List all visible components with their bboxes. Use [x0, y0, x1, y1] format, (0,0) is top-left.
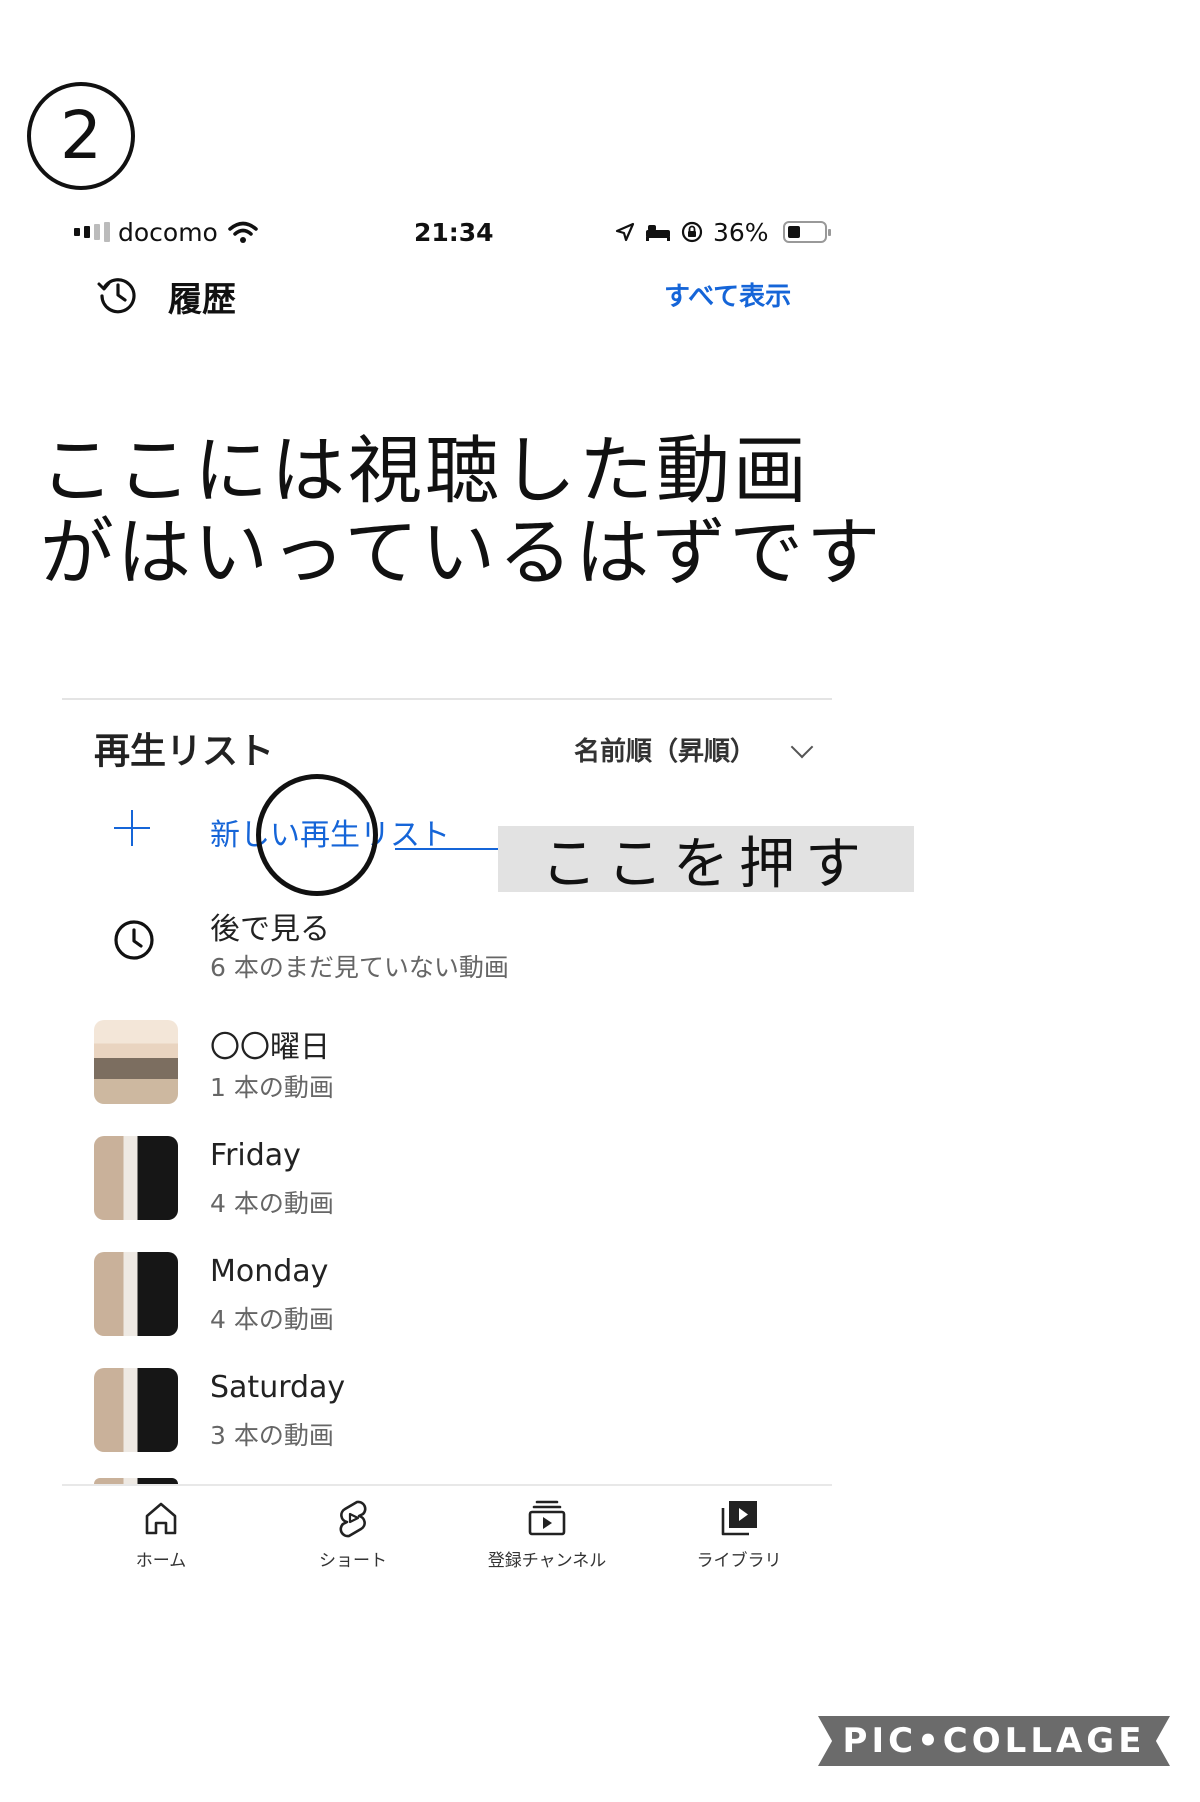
playlist-subtitle-watch-later: 6 本のまだ見ていない動画	[210, 953, 509, 982]
nav-shorts[interactable]: ショート	[288, 1496, 418, 1571]
carrier-label: docomo	[118, 212, 258, 252]
highlight-circle	[256, 774, 378, 896]
subscriptions-icon	[528, 1500, 566, 1536]
status-right-group: 36%	[615, 212, 831, 252]
wifi-icon	[228, 221, 258, 243]
playlist-title[interactable]: Friday	[210, 1138, 301, 1173]
nav-home[interactable]: ホーム	[96, 1496, 226, 1571]
playlist-thumbnail[interactable]	[94, 1136, 178, 1220]
clock-time: 21:34	[414, 217, 494, 247]
nav-home-label: ホーム	[135, 1551, 187, 1571]
bottom-nav-divider	[62, 1484, 832, 1486]
nav-subscriptions-label: 登録チャンネル	[487, 1551, 607, 1571]
handwritten-note: ここには視聴した動画 がはいっているはずです	[40, 430, 900, 594]
battery-icon	[782, 221, 831, 243]
note-line-1: ここには視聴した動画	[40, 428, 810, 514]
see-all-link[interactable]: すべて表示	[664, 276, 791, 313]
sleep-mode-icon	[646, 225, 670, 241]
battery-percent: 36%	[713, 217, 769, 247]
callout-label: ここを押す	[498, 826, 914, 897]
playlist-thumbnail[interactable]	[94, 1020, 178, 1104]
location-arrow-icon	[615, 222, 635, 242]
home-icon	[145, 1502, 177, 1535]
chevron-down-icon	[790, 735, 814, 758]
playlist-thumbnail[interactable]	[94, 1368, 178, 1452]
clock-icon	[114, 920, 154, 960]
carrier-name: docomo	[118, 217, 218, 247]
playlist-subtitle: 3 本の動画	[210, 1421, 334, 1450]
nav-library[interactable]: ライブラリ	[674, 1496, 804, 1571]
nav-shorts-label: ショート	[319, 1551, 387, 1571]
nav-subscriptions[interactable]: 登録チャンネル	[482, 1496, 612, 1571]
history-title: 履歴	[168, 280, 236, 320]
pic-collage-watermark: PIC•COLLAGE	[818, 1716, 1170, 1766]
section-divider	[62, 698, 832, 700]
shorts-icon	[339, 1500, 367, 1538]
library-icon	[721, 1501, 757, 1536]
playlist-title-watch-later[interactable]: 後で見る	[210, 904, 330, 948]
playlist-thumbnail[interactable]	[94, 1252, 178, 1336]
history-icon	[97, 278, 136, 314]
playlist-title[interactable]: Monday	[210, 1254, 328, 1289]
playlist-title[interactable]: 〇〇曜日	[210, 1022, 330, 1066]
note-line-2: がはいっているはずです	[40, 510, 884, 596]
nav-library-label: ライブラリ	[696, 1551, 782, 1571]
sort-label: 名前順（昇順）	[574, 737, 757, 767]
playlist-title[interactable]: Saturday	[210, 1370, 345, 1405]
step-number-badge: 2	[27, 82, 135, 190]
playlist-subtitle: 1 本の動画	[210, 1073, 334, 1102]
sort-dropdown[interactable]: 名前順（昇順）	[574, 731, 814, 768]
add-icon[interactable]	[112, 808, 152, 848]
playlist-subtitle: 4 本の動画	[210, 1189, 334, 1218]
rotation-lock-icon	[681, 221, 703, 243]
signal-strength-icon	[74, 212, 110, 252]
playlist-subtitle: 4 本の動画	[210, 1305, 334, 1334]
playlists-title: 再生リスト	[94, 731, 275, 772]
new-playlist-underline	[395, 848, 498, 850]
